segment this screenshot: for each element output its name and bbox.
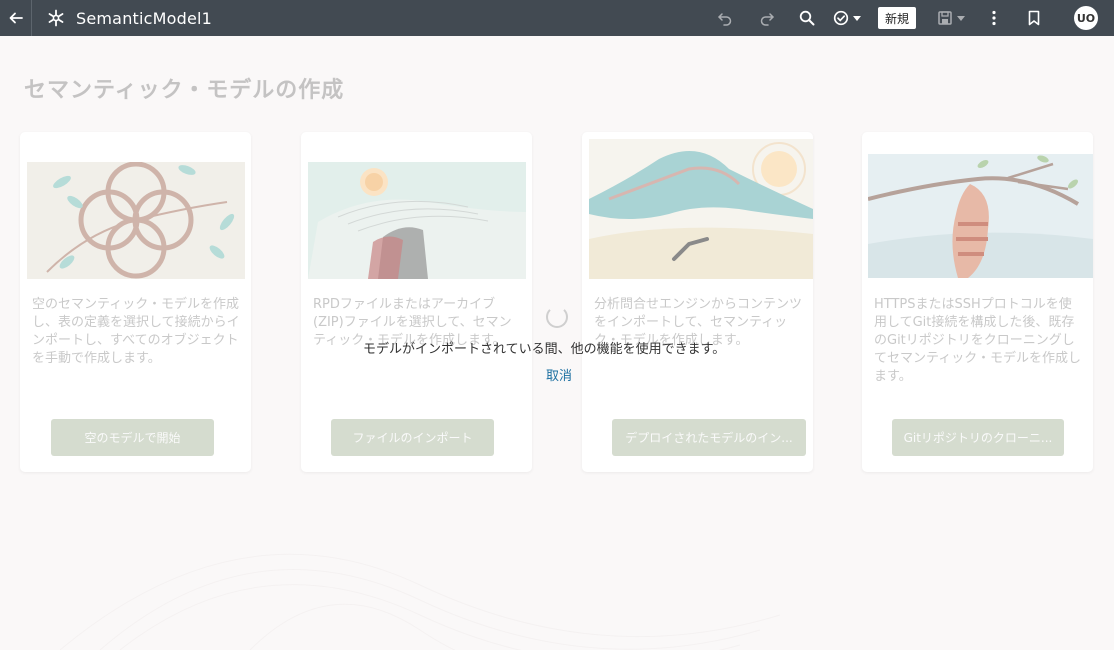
search-icon[interactable]	[788, 0, 826, 36]
import-file-illustration	[308, 162, 526, 279]
git-repository-illustration	[868, 154, 1093, 278]
start-blank-model-button[interactable]: 空のモデルで開始	[51, 419, 214, 456]
card-blank-model: 空のセマンティック・モデルを作成し、表の定義を選択して接続からインポートし、すべ…	[20, 132, 251, 472]
page-title: セマンティック・モデルの作成	[24, 78, 345, 103]
deployed-model-illustration	[589, 139, 813, 279]
import-file-button[interactable]: ファイルのインポート	[331, 419, 494, 456]
new-button[interactable]: 新規	[877, 7, 916, 29]
loading-spinner-icon	[546, 306, 568, 328]
clone-git-repository-button[interactable]: Gitリポジトリのクローニ...	[892, 419, 1064, 456]
background-pattern	[59, 553, 781, 650]
import-progress-message: モデルがインポートされている間、他の機能を使用できます。	[363, 342, 726, 357]
import-deployed-model-button[interactable]: デプロイされたモデルのイン...	[612, 419, 806, 456]
undo-icon[interactable]	[704, 0, 746, 36]
card-description: HTTPSまたはSSHプロトコルを使用してGit接続を構成した後、既存のGitリ…	[874, 297, 1081, 384]
blank-model-illustration	[27, 162, 245, 279]
model-title: SemanticModel1	[76, 8, 213, 28]
more-options-icon[interactable]	[974, 0, 1014, 36]
semantic-model-icon	[46, 8, 66, 28]
card-description: 空のセマンティック・モデルを作成し、表の定義を選択して接続からインポートし、すべ…	[32, 297, 240, 366]
card-git-repository: HTTPSまたはSSHプロトコルを使用してGit接続を構成した後、既存のGitリ…	[862, 132, 1093, 472]
redo-icon[interactable]	[746, 0, 788, 36]
save-icon[interactable]	[930, 0, 974, 36]
cancel-import-link[interactable]: 取消	[546, 365, 572, 384]
validate-check-icon[interactable]	[826, 0, 870, 36]
back-arrow-icon[interactable]	[0, 0, 32, 36]
card-import-file: RPDファイルまたはアーカイブ(ZIP)ファイルを選択して、セマンティック・モデ…	[301, 132, 532, 472]
top-bar: SemanticModel1 新規 UO	[0, 0, 1114, 36]
user-avatar[interactable]: UO	[1074, 6, 1098, 30]
bookmark-icon[interactable]	[1014, 0, 1054, 36]
card-deployed-model: 分析問合せエンジンからコンテンツをインポートして、セマンティック・モデルを作成し…	[582, 132, 813, 472]
